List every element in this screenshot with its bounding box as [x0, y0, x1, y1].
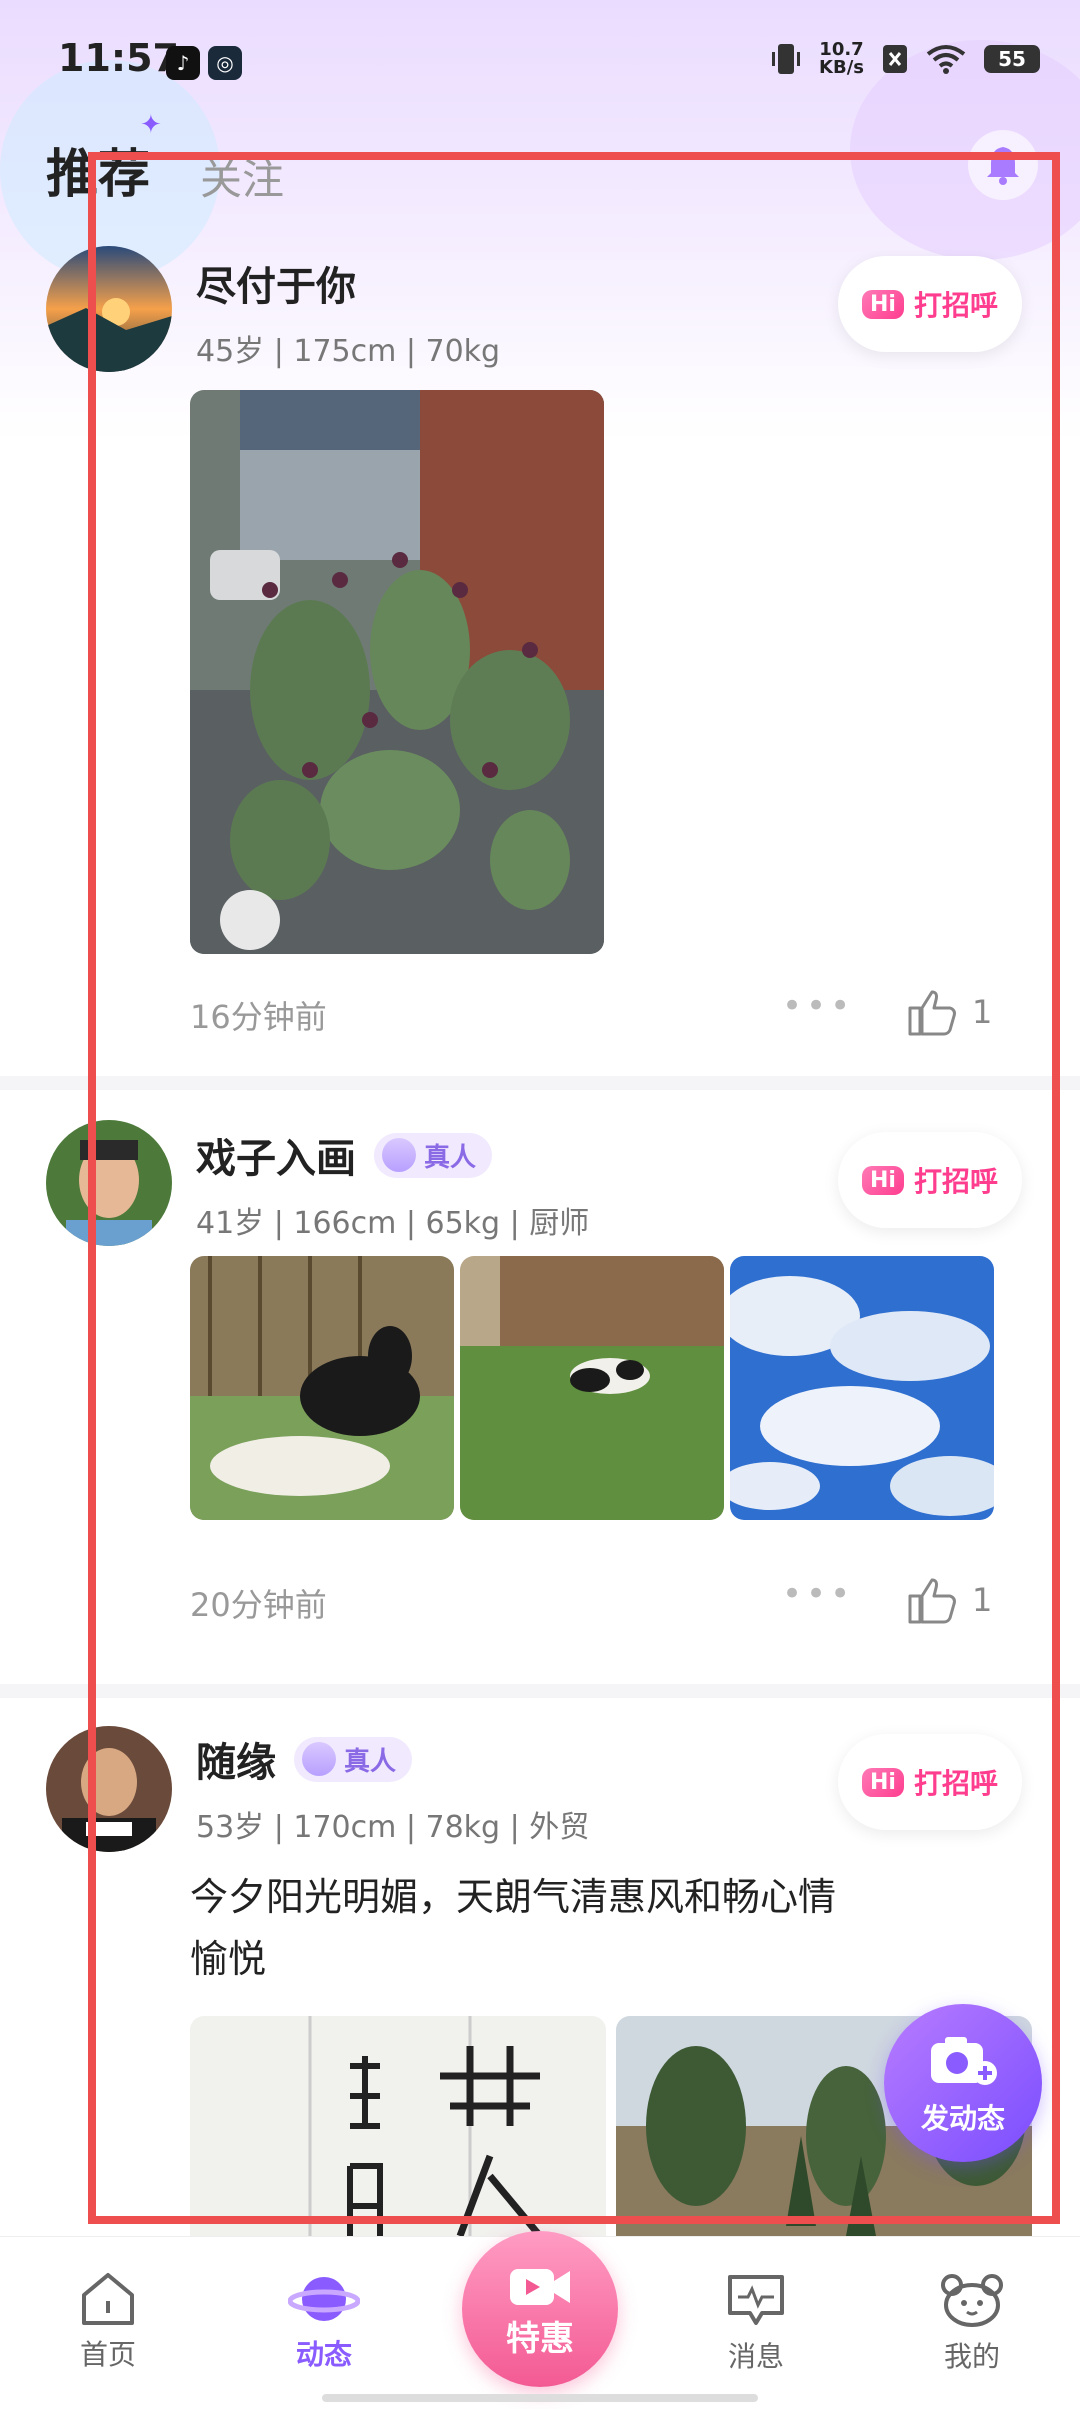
hi-icon: Hi	[862, 289, 904, 319]
thumbs-up-icon	[908, 990, 956, 1036]
greet-button[interactable]: Hi 打招呼	[838, 1734, 1022, 1830]
publish-moment-button[interactable]: 发动态	[884, 2004, 1042, 2162]
bell-icon	[987, 147, 1019, 185]
notification-button[interactable]	[968, 130, 1038, 200]
nav-messages-label: 消息	[727, 2340, 784, 2373]
post-image[interactable]	[190, 1256, 454, 1520]
post-image[interactable]	[730, 1256, 994, 1520]
wifi-icon	[926, 45, 966, 74]
sparkle-icon: ✦	[140, 110, 162, 140]
post-image[interactable]	[460, 1256, 724, 1520]
user-name[interactable]: 尽付于你	[196, 254, 356, 312]
nav-special-offer[interactable]: 特惠	[462, 2231, 618, 2387]
status-indicators: 10.7 KB/s 55	[771, 40, 1040, 78]
avatar[interactable]	[46, 246, 172, 372]
post-image[interactable]	[190, 2016, 606, 2256]
nav-home-label: 首页	[79, 2338, 136, 2371]
nav-moments-label: 动态	[295, 2338, 352, 2371]
nav-mine-label: 我的	[943, 2340, 1000, 2373]
feed-list: 尽付于你 45岁 | 175cm | 70kg Hi 打招呼 16分钟前 •••…	[0, 240, 1080, 2258]
vibrate-icon	[772, 44, 801, 74]
feed-post: 尽付于你 45岁 | 175cm | 70kg Hi 打招呼 16分钟前 •••…	[0, 240, 1080, 1090]
user-meta: 45岁 | 175cm | 70kg	[196, 334, 501, 369]
more-options-button[interactable]: •••	[782, 986, 854, 1026]
feed-post: 随缘 真人 53岁 | 170cm | 78kg | 外贸 Hi 打招呼 今夕阳…	[0, 1698, 1080, 2258]
top-tabs: 推荐 关注	[46, 132, 284, 207]
user-meta: 53岁 | 170cm | 78kg | 外贸	[196, 1810, 590, 1845]
tab-follow[interactable]: 关注	[200, 146, 284, 207]
greet-button[interactable]: Hi 打招呼	[838, 256, 1022, 352]
more-options-button[interactable]: •••	[782, 1574, 854, 1614]
nav-special-offer-label: 特惠	[506, 2318, 574, 2359]
post-image[interactable]	[190, 390, 604, 954]
home-icon	[82, 2273, 134, 2325]
status-time: 11:57	[58, 36, 179, 80]
battery-indicator: 55	[984, 45, 1040, 73]
no-sim-icon	[883, 45, 907, 73]
greet-label: 打招呼	[913, 1767, 998, 1800]
camera-plus-icon	[931, 2037, 997, 2085]
user-name[interactable]: 随缘 真人	[196, 1730, 413, 1788]
verified-badge-label: 真人	[344, 1746, 397, 1777]
feed-post: 戏子入画 真人 41岁 | 166cm | 65kg | 厨师 Hi 打招呼 2…	[0, 1090, 1080, 1698]
user-name-text: 随缘	[196, 1740, 276, 1786]
greet-label: 打招呼	[913, 289, 998, 322]
bottom-navigation: 首页 动态 特惠 消息 我的	[0, 2231, 1080, 2409]
post-time: 16分钟前	[190, 998, 327, 1036]
tab-recommend[interactable]: 推荐	[46, 132, 151, 207]
like-button[interactable]: 1	[906, 1574, 992, 1626]
user-meta: 41岁 | 166cm | 65kg | 厨师	[196, 1206, 590, 1241]
network-speed-unit: KB/s	[819, 57, 864, 78]
avatar[interactable]	[46, 1120, 172, 1246]
user-name-text: 尽付于你	[196, 264, 356, 310]
nav-messages[interactable]: 消息	[686, 2271, 826, 2375]
bear-face-icon	[941, 2274, 1003, 2327]
app-notification-icon: ◎	[208, 46, 242, 80]
user-name-text: 戏子入画	[196, 1136, 356, 1182]
home-indicator[interactable]	[322, 2394, 758, 2402]
message-icon	[728, 2275, 784, 2325]
verified-badge-label: 真人	[424, 1142, 477, 1173]
like-count: 1	[972, 1581, 993, 1619]
hi-icon: Hi	[862, 1165, 904, 1195]
like-button[interactable]: 1	[906, 986, 992, 1038]
planet-icon	[288, 2277, 360, 2321]
nav-home[interactable]: 首页	[38, 2271, 178, 2373]
tiktok-icon: ♪	[166, 46, 200, 80]
avatar[interactable]	[46, 1726, 172, 1852]
nav-moments[interactable]: 动态	[254, 2271, 394, 2373]
network-speed: 10.7 KB/s	[819, 41, 864, 77]
person-icon	[302, 1742, 336, 1776]
thumbs-up-icon	[908, 1578, 956, 1624]
post-text: 今夕阳光明媚，天朗气清惠风和畅心情愉悦	[190, 1875, 837, 1981]
verified-badge: 真人	[374, 1132, 493, 1178]
like-count: 1	[972, 993, 993, 1031]
verified-badge: 真人	[294, 1736, 413, 1782]
status-bar: 11:57 ♪ ◎ 10.7 KB/s 55	[0, 0, 1080, 120]
publish-moment-label: 发动态	[920, 2102, 1005, 2135]
post-time: 20分钟前	[190, 1586, 327, 1624]
user-name[interactable]: 戏子入画 真人	[196, 1126, 493, 1184]
hi-icon: Hi	[862, 1767, 904, 1797]
greet-button[interactable]: Hi 打招呼	[838, 1132, 1022, 1228]
greet-label: 打招呼	[913, 1165, 998, 1198]
nav-mine[interactable]: 我的	[902, 2271, 1042, 2375]
person-icon	[382, 1138, 416, 1172]
video-camera-icon	[510, 2268, 570, 2305]
